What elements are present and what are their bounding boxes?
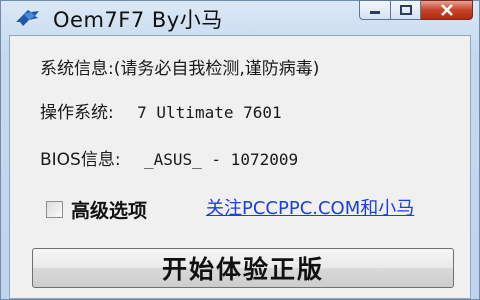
maximize-button[interactable] bbox=[391, 0, 421, 20]
minimize-button[interactable] bbox=[359, 0, 391, 20]
start-button[interactable]: 开始体验正版 bbox=[32, 248, 454, 288]
minimize-icon bbox=[370, 11, 380, 14]
app-window: Oem7F7 By小马 系统信息:(请务必自我检测,谨防病毒) 操作系统: 7 … bbox=[0, 0, 480, 300]
advanced-checkbox[interactable] bbox=[46, 201, 63, 218]
maximize-icon bbox=[399, 5, 412, 15]
caption-buttons bbox=[359, 0, 473, 22]
bios-value: _ASUS_ - 1072009 bbox=[143, 150, 299, 169]
os-label: 操作系统: bbox=[40, 103, 114, 123]
os-value: 7 Ultimate 7601 bbox=[137, 103, 282, 122]
bios-label: BIOS信息: bbox=[40, 150, 121, 170]
window-title: Oem7F7 By小马 bbox=[53, 8, 223, 32]
close-icon bbox=[440, 4, 453, 16]
os-row: 操作系统: 7 Ultimate 7601 bbox=[40, 98, 282, 123]
follow-link[interactable]: 关注PCCPPC.COM和小马 bbox=[206, 194, 414, 220]
advanced-label[interactable]: 高级选项 bbox=[71, 196, 147, 223]
bios-row: BIOS信息: _ASUS_ - 1072009 bbox=[40, 145, 298, 170]
horse-icon bbox=[16, 10, 39, 26]
advanced-option[interactable]: 高级选项 bbox=[46, 196, 147, 223]
client-area: 系统信息:(请务必自我检测,谨防病毒) 操作系统: 7 Ultimate 760… bbox=[9, 35, 471, 299]
title-bar[interactable]: Oem7F7 By小马 bbox=[1, 0, 479, 35]
system-info-label: 系统信息:(请务必自我检测,谨防病毒) bbox=[40, 59, 320, 79]
close-button[interactable] bbox=[421, 0, 473, 20]
